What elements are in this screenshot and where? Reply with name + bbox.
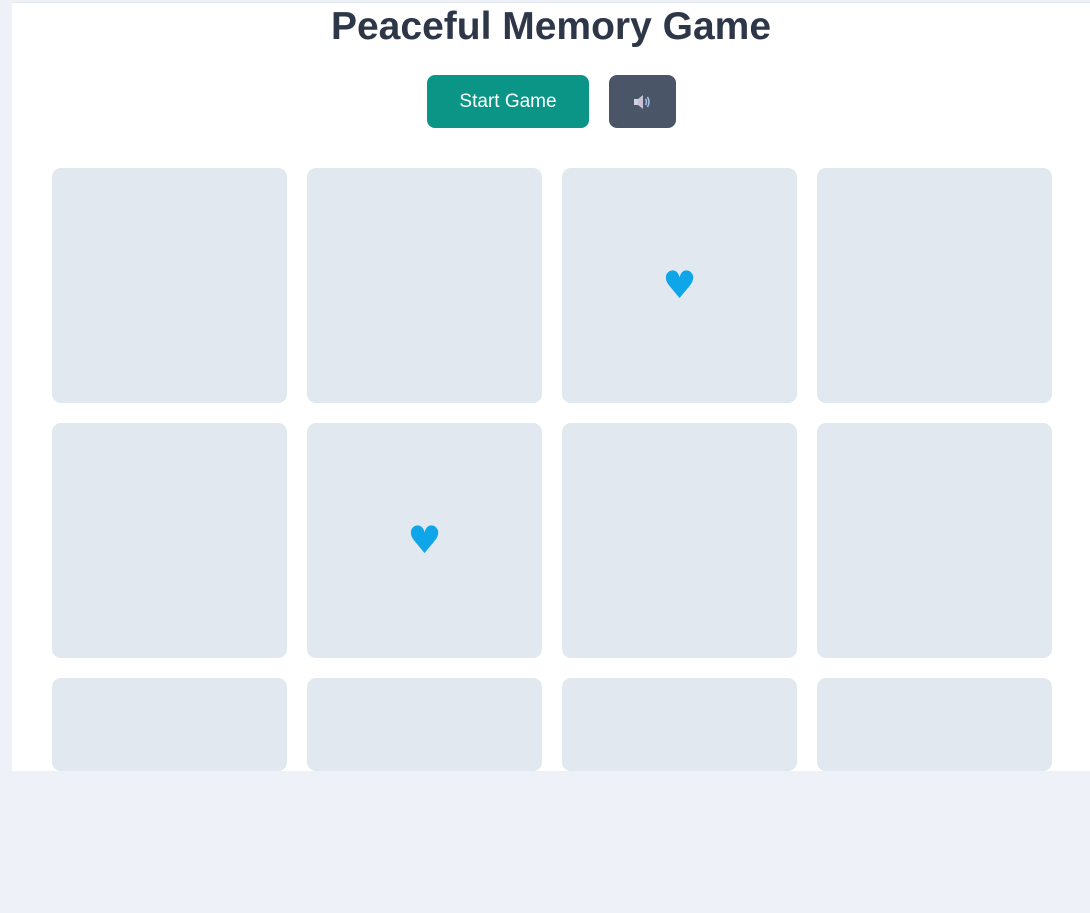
memory-card[interactable]	[817, 423, 1052, 658]
card-symbol	[307, 168, 542, 403]
card-symbol	[817, 423, 1052, 658]
card-symbol	[562, 678, 797, 913]
speaker-icon	[633, 94, 650, 109]
memory-card[interactable]	[307, 168, 542, 403]
sound-toggle-button[interactable]	[609, 75, 676, 128]
start-game-button[interactable]: Start Game	[427, 75, 589, 128]
card-symbol	[52, 423, 287, 658]
game-controls: Start Game	[12, 75, 1090, 128]
card-symbol	[817, 678, 1052, 913]
card-symbol	[307, 678, 542, 913]
heart-icon: ♥	[407, 518, 442, 562]
heart-icon: ♥	[662, 263, 697, 307]
card-symbol	[52, 678, 287, 913]
memory-card[interactable]	[307, 678, 542, 771]
card-symbol	[562, 423, 797, 658]
memory-card[interactable]: ♥	[562, 168, 797, 403]
page-title: Peaceful Memory Game	[330, 5, 772, 48]
memory-card[interactable]	[52, 678, 287, 771]
card-symbol	[52, 168, 287, 403]
memory-card[interactable]	[562, 423, 797, 658]
memory-card[interactable]	[52, 168, 287, 403]
memory-card[interactable]	[817, 678, 1052, 771]
game-page: Peaceful Memory Game Start Game ♥ ♥	[12, 2, 1090, 771]
memory-card[interactable]	[817, 168, 1052, 403]
memory-card[interactable]: ♥	[307, 423, 542, 658]
memory-card[interactable]	[52, 423, 287, 658]
card-symbol	[817, 168, 1052, 403]
memory-card[interactable]	[562, 678, 797, 771]
